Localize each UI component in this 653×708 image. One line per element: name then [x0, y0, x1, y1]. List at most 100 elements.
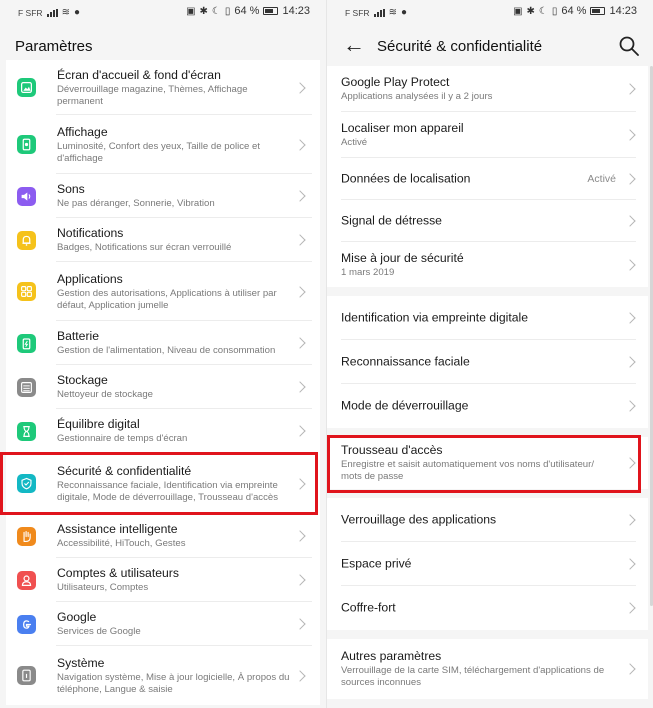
security-item-title: Google Play Protect	[341, 75, 450, 89]
back-arrow-icon[interactable]: ←	[341, 32, 367, 58]
security-item-title: Données de localisation	[341, 171, 471, 186]
search-icon[interactable]	[617, 34, 641, 58]
chevron-right-icon	[624, 312, 636, 324]
security-item-google-play-protect[interactable]: Google Play Protect Applications analysée…	[327, 66, 648, 112]
system-icon	[17, 666, 36, 685]
chevron-right-icon	[624, 258, 636, 271]
settings-item-subtitle: Gestion de l'alimentation, Niveau de con…	[57, 345, 276, 356]
highlight-box	[327, 435, 641, 493]
settings-card: Autres paramètres Verrouillage de la cart…	[327, 639, 648, 699]
chevron-right-icon	[294, 669, 306, 682]
chevron-right-icon	[624, 663, 636, 675]
settings-panel: F SFR ≋ ● ▣ ✱ ☾ ▯ 64 % 14:23 Paramètres …	[0, 0, 326, 708]
security-item-subtitle: Verrouillage de la carte SIM, télécharge…	[341, 665, 605, 688]
page-title: Paramètres	[15, 38, 93, 55]
phone-brightness-icon	[17, 135, 36, 154]
chat-icon: ●	[73, 7, 80, 18]
app-bar: ← Sécurité & confidentialité	[327, 24, 653, 66]
carrier-label: F SFR	[18, 7, 43, 18]
signal-icon	[373, 8, 385, 17]
settings-item-subtitle: Badges, Notifications sur écran verrouil…	[57, 242, 232, 253]
group-gap	[327, 630, 653, 639]
settings-item-title: Notifications	[57, 226, 124, 240]
chevron-right-icon	[624, 215, 636, 227]
settings-item-title: Équilibre digital	[57, 417, 140, 431]
security-item-donnees-de-localisation[interactable]: Données de localisation Activé	[327, 158, 648, 200]
security-item-espace-prive[interactable]: Espace privé	[327, 542, 648, 586]
security-item-subtitle: 1 mars 2019	[341, 266, 395, 278]
security-item-autres-parametres[interactable]: Autres paramètres Verrouillage de la cart…	[327, 639, 648, 699]
wifi-icon: ≋	[61, 7, 70, 18]
chevron-right-icon	[294, 234, 306, 246]
chevron-right-icon	[624, 83, 636, 95]
security-item-mode-de-deverrouillage[interactable]: Mode de déverrouillage	[327, 384, 648, 428]
vibrate-icon: ▯	[551, 5, 558, 17]
security-item-reconnaissance-faciale[interactable]: Reconnaissance faciale	[327, 340, 648, 384]
chevron-right-icon	[294, 285, 306, 298]
security-item-title: Mise à jour de sécurité	[341, 250, 464, 265]
chevron-right-icon	[294, 337, 306, 349]
security-item-title: Reconnaissance faciale	[341, 354, 470, 369]
image-icon	[17, 78, 36, 97]
settings-item-equilibre-digital[interactable]: Équilibre digital Gestionnaire de temps d…	[6, 409, 320, 453]
settings-item-title: Affichage	[57, 124, 108, 139]
security-item-coffre-fort[interactable]: Coffre-fort	[327, 586, 648, 630]
chevron-right-icon	[624, 514, 636, 526]
security-item-title: Espace privé	[341, 556, 412, 571]
settings-item-subtitle: Navigation système, Mise à jour logiciel…	[57, 671, 290, 695]
settings-item-stockage[interactable]: Stockage Nettoyeur de stockage	[6, 365, 320, 409]
settings-item-affichage[interactable]: Affichage Luminosité, Confort des yeux, T…	[6, 115, 320, 174]
page-title: Sécurité & confidentialité	[377, 38, 543, 55]
chevron-right-icon	[624, 173, 636, 185]
settings-item-google[interactable]: Google Services de Google	[6, 602, 320, 646]
settings-item-title: Sons	[57, 182, 85, 196]
settings-item-batterie[interactable]: Batterie Gestion de l'alimentation, Nivea…	[6, 321, 320, 365]
battery-icon	[17, 333, 36, 353]
security-item-verrouillage-des-applications[interactable]: Verrouillage des applications	[327, 498, 648, 542]
bluetooth-icon: ✱	[526, 5, 535, 17]
status-value: Activé	[587, 173, 616, 185]
chevron-right-icon	[624, 602, 636, 614]
settings-card: Google Play Protect Applications analysée…	[327, 66, 648, 287]
security-item-title: Autres paramètres	[341, 649, 442, 663]
settings-item-subtitle: Gestionnaire de temps d'écran	[57, 433, 188, 444]
security-item-mise-a-jour-de-securite[interactable]: Mise à jour de sécurité 1 mars 2019	[327, 242, 648, 287]
settings-item-notifications[interactable]: Notifications Badges, Notifications sur é…	[6, 218, 320, 262]
chevron-right-icon	[294, 190, 306, 202]
chevron-right-icon	[294, 81, 306, 94]
settings-item-subtitle: Gestion des autorisations, Applications …	[57, 287, 277, 311]
security-item-signal-de-detresse[interactable]: Signal de détresse	[327, 200, 648, 242]
group-gap	[327, 287, 653, 296]
settings-item-subtitle: Luminosité, Confort des yeux, Taille de …	[57, 140, 261, 164]
battery-icon	[263, 7, 279, 15]
clock: 14:23	[609, 5, 637, 17]
settings-item-title: Écran d'accueil & fond d'écran	[57, 67, 221, 82]
settings-item-assistance-intelligente[interactable]: Assistance intelligente Accessibilité, Hi…	[6, 514, 320, 558]
settings-item-title: Stockage	[57, 373, 108, 387]
settings-item-title: Système	[57, 655, 105, 670]
vibrate-icon: ▯	[224, 5, 231, 17]
settings-item-ecran-d-accueil-fond-d-ecran[interactable]: Écran d'accueil & fond d'écran Déverrouil…	[6, 60, 320, 115]
chevron-right-icon	[624, 400, 636, 412]
security-item-title: Coffre-fort	[341, 600, 396, 615]
settings-item-subtitle: Utilisateurs, Comptes	[57, 582, 149, 593]
security-item-title: Localiser mon appareil	[341, 121, 464, 135]
chevron-right-icon	[624, 129, 636, 141]
settings-item-subtitle: Services de Google	[57, 626, 141, 637]
moon-icon: ☾	[538, 5, 548, 17]
security-item-identification-via-empreinte-digitale[interactable]: Identification via empreinte digitale	[327, 296, 648, 340]
settings-item-title: Applications	[57, 271, 123, 286]
settings-item-sons[interactable]: Sons Ne pas déranger, Sonnerie, Vibration	[6, 174, 320, 218]
signal-icon	[46, 8, 58, 17]
settings-item-systeme[interactable]: Système Navigation système, Mise à jour l…	[6, 646, 320, 705]
settings-item-comptes-utilisateurs[interactable]: Comptes & utilisateurs Utilisateurs, Comp…	[6, 558, 320, 602]
hourglass-icon	[17, 421, 36, 441]
bluetooth-icon: ✱	[199, 5, 208, 17]
settings-card: Verrouillage des applications Espace priv…	[327, 498, 648, 630]
security-item-title: Mode de déverrouillage	[341, 398, 469, 413]
settings-item-applications[interactable]: Applications Gestion des autorisations, A…	[6, 262, 320, 321]
security-item-localiser-mon-appareil[interactable]: Localiser mon appareil Activé	[327, 112, 648, 158]
chevron-right-icon	[294, 574, 306, 586]
chevron-right-icon	[294, 381, 306, 393]
moon-icon: ☾	[211, 5, 221, 17]
